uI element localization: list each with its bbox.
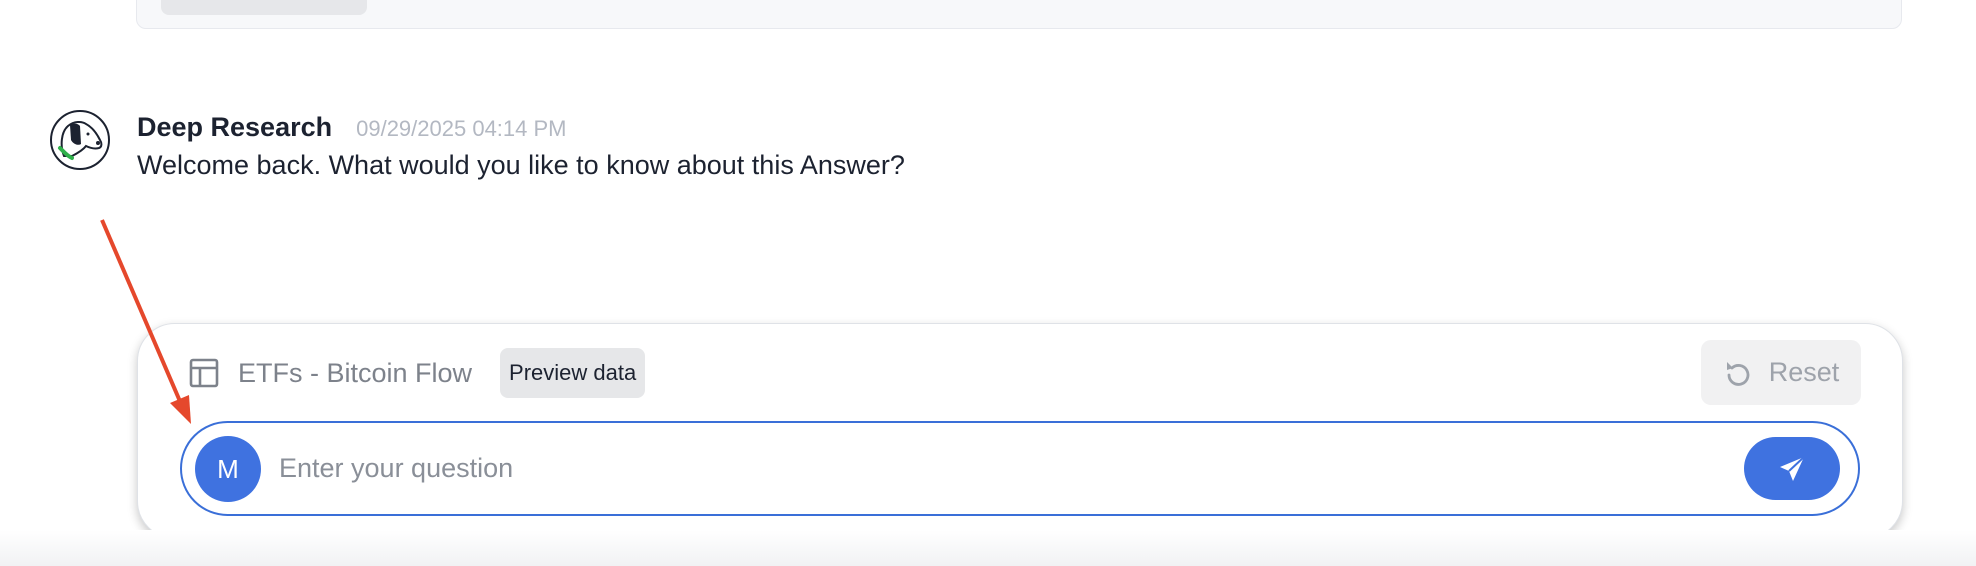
question-composer: ETFs - Bitcoin Flow Preview data Reset M [137,323,1903,539]
preview-data-button[interactable]: Preview data [500,348,646,398]
question-input[interactable] [279,443,1679,493]
page-bottom-edge [0,530,1976,566]
data-source-label: ETFs - Bitcoin Flow [238,357,473,388]
user-avatar: M [195,436,261,502]
send-button[interactable] [1744,437,1840,500]
reset-label: Reset [1768,357,1840,387]
dog-logo-icon [58,120,103,160]
previous-message-card [136,0,1902,29]
deep-research-avatar [50,110,110,170]
refresh-icon [1726,361,1750,386]
table-icon [189,358,219,388]
message-header: Deep Research 09/29/2025 04:14 PM [137,112,567,143]
data-context-row: ETFs - Bitcoin Flow Preview data [188,348,646,398]
message-timestamp: 09/29/2025 04:14 PM [356,116,567,141]
paper-plane-icon [1780,455,1805,481]
message-text: Welcome back. What would you like to kno… [137,150,905,180]
reset-button[interactable]: Reset [1701,340,1861,405]
message-author: Deep Research [137,112,333,142]
previous-card-chip[interactable] [161,0,367,15]
question-input-container[interactable]: M [180,421,1860,516]
